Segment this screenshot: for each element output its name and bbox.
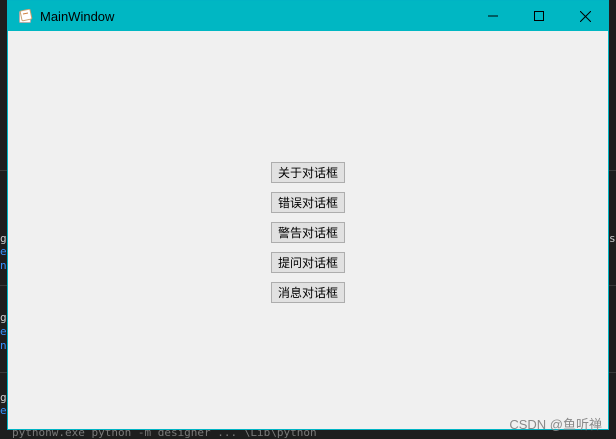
error-dialog-button[interactable]: 错误对话框: [271, 192, 345, 213]
title-bar[interactable]: MainWindow: [8, 1, 608, 31]
question-dialog-button[interactable]: 提问对话框: [271, 252, 345, 273]
close-icon: [579, 10, 591, 22]
information-dialog-button[interactable]: 消息对话框: [271, 282, 345, 303]
minimize-icon: [488, 15, 498, 17]
terminal-text-fragment: g: [0, 391, 7, 404]
window-controls: [470, 1, 608, 31]
close-button[interactable]: [562, 1, 608, 31]
window-title: MainWindow: [40, 8, 115, 24]
maximize-button[interactable]: [516, 1, 562, 31]
watermark: CSDN @鱼听禅: [509, 417, 602, 432]
terminal-text-fragment: g: [0, 311, 7, 324]
maximize-icon: [534, 11, 544, 21]
window-content: 关于对话框 错误对话框 警告对话框 提问对话框 消息对话框: [8, 31, 608, 429]
warning-dialog-button[interactable]: 警告对话框: [271, 222, 345, 243]
app-icon: [17, 8, 33, 24]
terminal-text-fragment: n: [0, 339, 7, 352]
minimize-button[interactable]: [470, 1, 516, 31]
terminal-text-fragment: g: [0, 232, 7, 245]
terminal-text-fragment: e: [0, 325, 7, 338]
about-dialog-button[interactable]: 关于对话框: [271, 162, 345, 183]
terminal-text-fragment: e: [0, 245, 7, 258]
terminal-text-fragment: sc: [609, 232, 616, 245]
terminal-text-fragment: e: [0, 404, 7, 417]
terminal-text-fragment: n: [0, 259, 7, 272]
main-window: MainWindow 关于对话框 错误对话框 警告对话框 提问对话框 消息对话框: [7, 0, 609, 430]
